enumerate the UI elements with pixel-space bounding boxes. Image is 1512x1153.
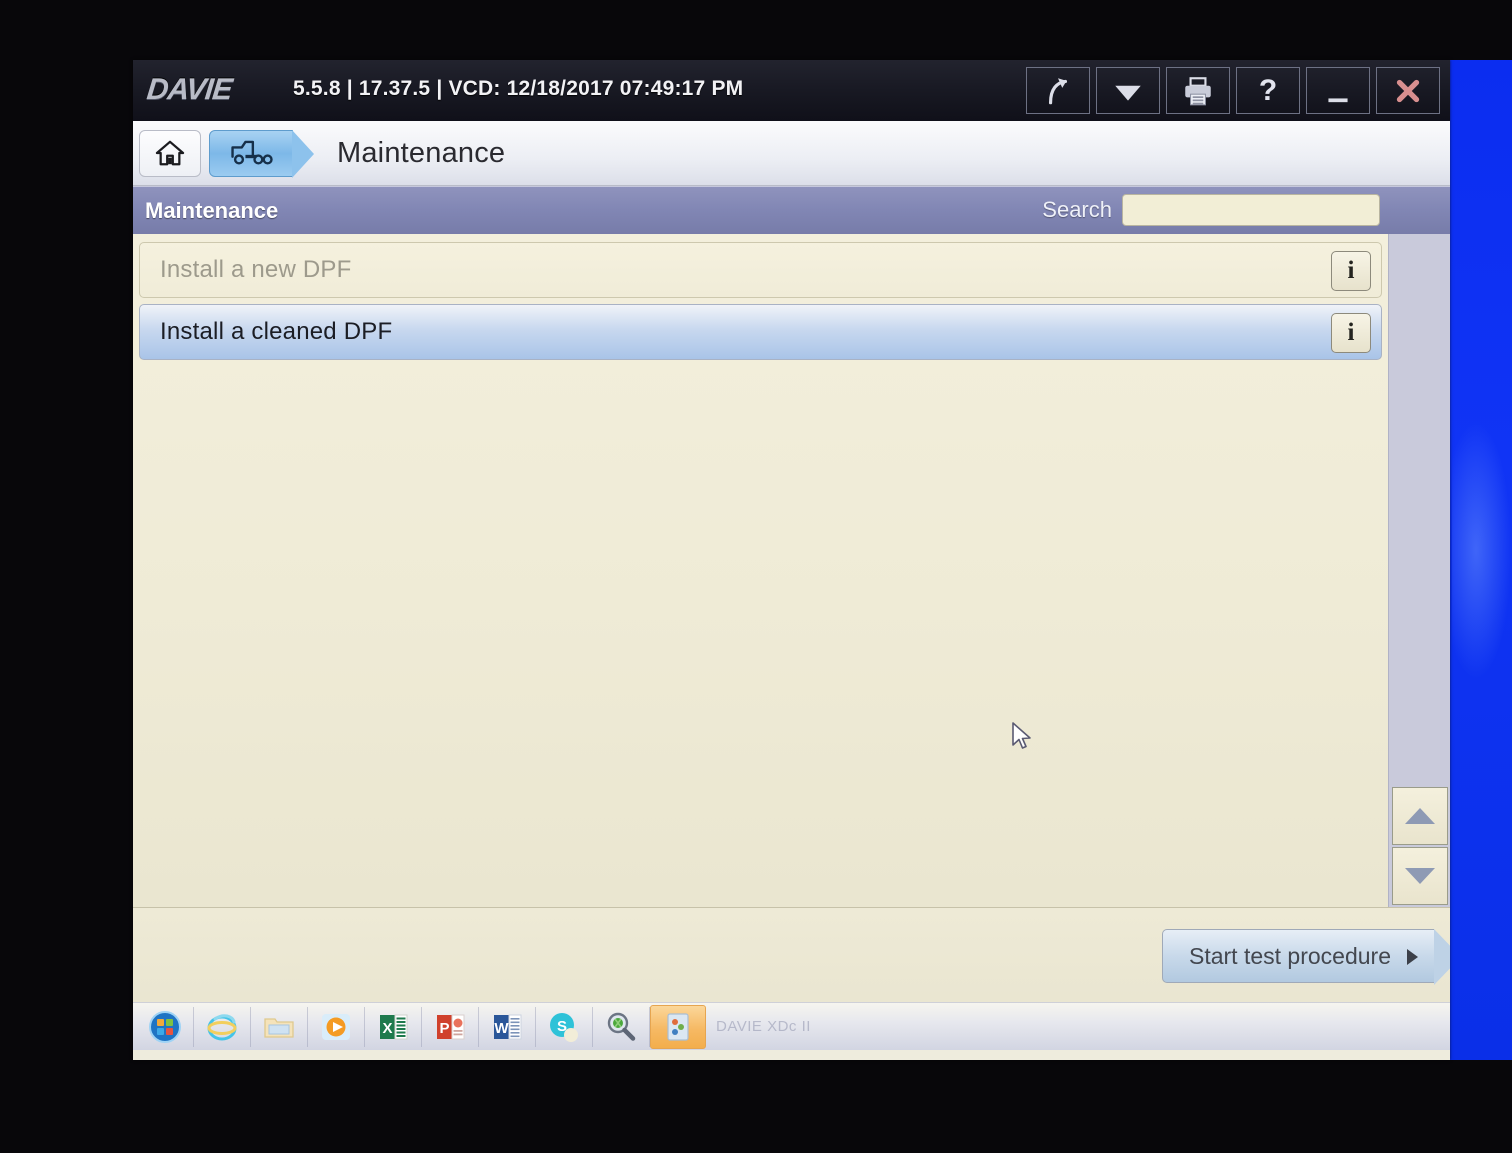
- list-item-label: Install a new DPF: [160, 256, 352, 283]
- close-icon[interactable]: [1376, 67, 1440, 114]
- dropdown-arrow-icon[interactable]: [1096, 67, 1160, 114]
- desktop-glow: [1452, 420, 1512, 680]
- taskbar-magnifier-icon[interactable]: [593, 1005, 649, 1049]
- section-title: Maintenance: [145, 197, 279, 223]
- taskbar-word-icon[interactable]: W: [479, 1005, 535, 1049]
- svg-text:P: P: [439, 1020, 449, 1037]
- list-item-label: Install a cleaned DPF: [160, 318, 393, 345]
- taskbar-active-window-label: DAVIE XDc II: [716, 1018, 811, 1035]
- mouse-cursor: [1011, 722, 1033, 757]
- minimize-icon[interactable]: [1306, 67, 1370, 114]
- svg-text:X: X: [382, 1020, 392, 1037]
- taskbar-excel-icon[interactable]: X: [365, 1005, 421, 1049]
- svg-text:S: S: [557, 1018, 567, 1035]
- search-input[interactable]: [1122, 194, 1380, 226]
- search-label: Search: [1042, 197, 1112, 222]
- scroll-up-button[interactable]: [1392, 787, 1448, 845]
- start-test-procedure-label: Start test procedure: [1189, 942, 1391, 969]
- davie-application-window: DAVIE 5.5.8 | 17.37.5 | VCD: 12/18/2017 …: [133, 60, 1450, 1060]
- help-icon[interactable]: ?: [1236, 67, 1300, 114]
- search-area: Search: [1042, 194, 1380, 226]
- info-icon[interactable]: i: [1331, 313, 1371, 353]
- list-item[interactable]: Install a new DPF i: [139, 242, 1382, 298]
- titlebar: DAVIE 5.5.8 | 17.37.5 | VCD: 12/18/2017 …: [133, 60, 1450, 121]
- taskbar-davie-icon[interactable]: [650, 1004, 706, 1049]
- taskbar-media-player-icon[interactable]: [308, 1005, 364, 1049]
- svg-text:W: W: [494, 1020, 509, 1037]
- page-title: Maintenance: [337, 136, 506, 169]
- chevron-right-icon: [1407, 949, 1418, 965]
- chevron-down-icon: [1405, 868, 1435, 884]
- help-question-mark: ?: [1258, 73, 1278, 107]
- taskbar-powerpoint-icon[interactable]: P: [422, 1005, 478, 1049]
- titlebar-tool-buttons: ?: [1026, 67, 1440, 114]
- taskbar-start-orb[interactable]: [137, 1005, 193, 1049]
- davie-logo: DAVIE: [145, 73, 234, 106]
- scrollbar[interactable]: [1388, 234, 1450, 907]
- forward-arrow-icon[interactable]: [1026, 67, 1090, 114]
- scroll-down-button[interactable]: [1392, 847, 1448, 905]
- taskbar-skype-icon[interactable]: S: [536, 1005, 592, 1049]
- truck-icon: [231, 140, 273, 165]
- info-icon[interactable]: i: [1331, 251, 1371, 291]
- content-area: Install a new DPF i Install a cleaned DP…: [133, 234, 1450, 907]
- breadcrumb: Maintenance: [133, 121, 1450, 186]
- chevron-up-icon: [1405, 808, 1435, 824]
- taskbar-internet-explorer-icon[interactable]: [194, 1005, 250, 1049]
- footer-action-bar: Start test procedure: [133, 907, 1450, 1017]
- sidebar-item-vehicle[interactable]: [209, 129, 314, 178]
- printer-icon[interactable]: [1166, 67, 1230, 114]
- home-icon: [155, 140, 185, 166]
- start-test-procedure-button[interactable]: Start test procedure: [1162, 929, 1450, 985]
- taskbar-file-explorer-icon[interactable]: [251, 1005, 307, 1049]
- photo-backdrop: DAVIE 5.5.8 | 17.37.5 | VCD: 12/18/2017 …: [0, 0, 1512, 1153]
- section-header: Maintenance Search: [133, 186, 1450, 234]
- home-button[interactable]: [139, 129, 201, 177]
- maintenance-list: Install a new DPF i Install a cleaned DP…: [133, 234, 1388, 907]
- windows-taskbar: X P W S DAVIE XDc II: [133, 1002, 1450, 1050]
- version-status-text: 5.5.8 | 17.37.5 | VCD: 12/18/2017 07:49:…: [293, 77, 744, 100]
- list-item[interactable]: Install a cleaned DPF i: [139, 304, 1382, 360]
